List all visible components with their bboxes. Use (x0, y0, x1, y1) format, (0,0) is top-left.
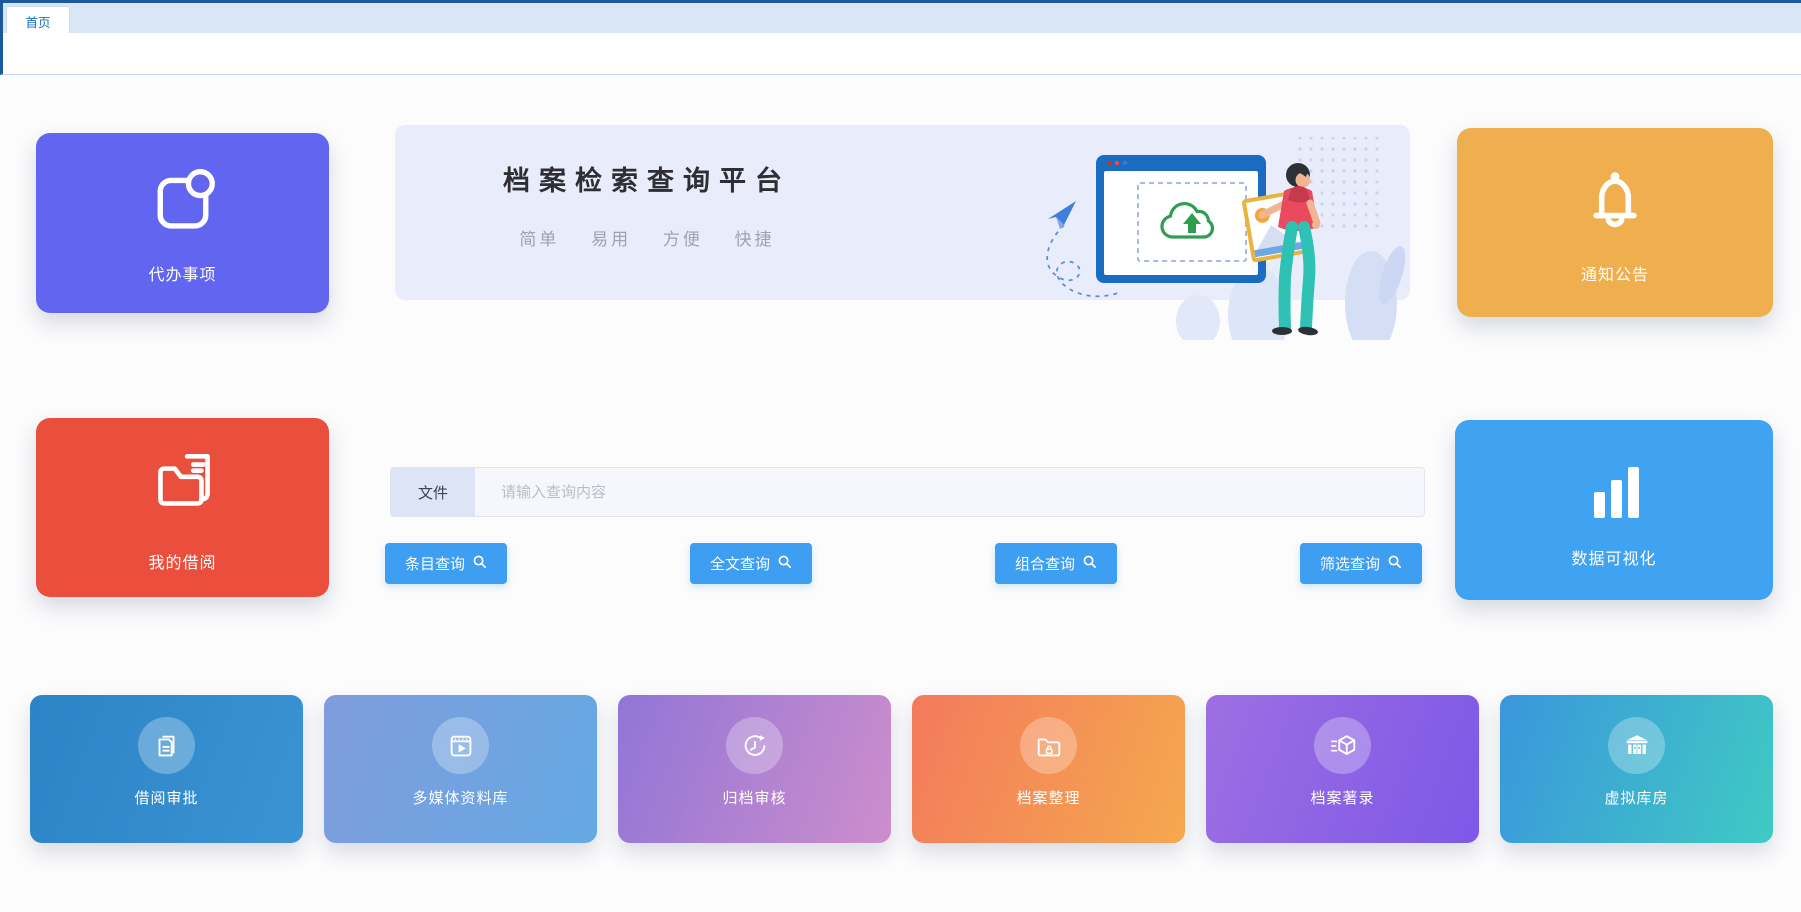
fulltext-query-button[interactable]: 全文查询 (690, 543, 812, 584)
search-icon (472, 554, 487, 573)
multimedia-library-label: 多媒体资料库 (412, 787, 508, 808)
document-approval-icon (138, 717, 195, 774)
multimedia-library-card[interactable]: 多媒体资料库 (324, 695, 597, 843)
search-icon (1387, 554, 1402, 573)
search-input[interactable] (475, 468, 1424, 516)
borrow-approval-card[interactable]: 借阅审批 (30, 695, 303, 843)
banner-title: 档案检索查询平台 (503, 159, 791, 198)
tab-home-label: 首页 (25, 12, 50, 31)
entry-query-button[interactable]: 条目查询 (385, 543, 507, 584)
banner: 档案检索查询平台 简单 易用 方便 快捷 (395, 125, 1410, 300)
archive-cataloging-card[interactable]: 档案著录 (1206, 695, 1479, 843)
upload-illustration (946, 125, 1406, 340)
archive-portal-home: 首页 代办事项 档案检索查询平台 简单 易用 方便 快捷 (0, 0, 1801, 912)
folder-lock-icon (1020, 717, 1077, 774)
archive-arrangement-card[interactable]: 档案整理 (912, 695, 1185, 843)
entry-query-label: 条目查询 (405, 553, 465, 574)
todo-card-label: 代办事项 (148, 261, 216, 285)
todo-icon (144, 162, 222, 245)
fulltext-query-label: 全文查询 (710, 553, 770, 574)
dataviz-card-label: 数据可视化 (1571, 545, 1656, 569)
tab-home[interactable]: 首页 (6, 6, 70, 36)
banner-subtitle: 简单 易用 方便 快捷 (503, 225, 791, 250)
search-category-label: 文件 (418, 482, 448, 503)
notice-card[interactable]: 通知公告 (1457, 128, 1773, 317)
filter-query-button[interactable]: 筛选查询 (1300, 543, 1422, 584)
banner-text: 档案检索查询平台 简单 易用 方便 快捷 (503, 159, 791, 250)
cube-catalog-icon (1314, 717, 1371, 774)
borrow-approval-label: 借阅审批 (134, 787, 198, 808)
dataviz-card[interactable]: 数据可视化 (1455, 420, 1773, 600)
virtual-warehouse-label: 虚拟库房 (1604, 787, 1668, 808)
archive-review-label: 归档审核 (722, 787, 786, 808)
virtual-warehouse-card[interactable]: 虚拟库房 (1500, 695, 1773, 843)
bar-chart-icon (1578, 452, 1650, 529)
video-library-icon (432, 717, 489, 774)
archive-review-card[interactable]: 归档审核 (618, 695, 891, 843)
header-band (0, 33, 1801, 75)
todo-card[interactable]: 代办事项 (36, 133, 329, 313)
search-category-select[interactable]: 文件 (391, 468, 475, 516)
bell-icon (1575, 160, 1655, 245)
combined-query-label: 组合查询 (1015, 553, 1075, 574)
archive-arrangement-label: 档案整理 (1016, 787, 1080, 808)
search-icon (1082, 554, 1097, 573)
history-clock-icon (726, 717, 783, 774)
borrow-card-label: 我的借阅 (148, 549, 216, 573)
notice-card-label: 通知公告 (1581, 261, 1649, 285)
combined-query-button[interactable]: 组合查询 (995, 543, 1117, 584)
archive-cataloging-label: 档案著录 (1310, 787, 1374, 808)
person-illustration (1262, 163, 1320, 336)
search-icon (777, 554, 792, 573)
tab-bar: 首页 (0, 0, 1801, 33)
search-bar: 文件 (390, 467, 1425, 517)
warehouse-icon (1608, 717, 1665, 774)
filter-query-label: 筛选查询 (1320, 553, 1380, 574)
folder-documents-icon (140, 442, 226, 533)
borrow-card[interactable]: 我的借阅 (36, 418, 329, 597)
